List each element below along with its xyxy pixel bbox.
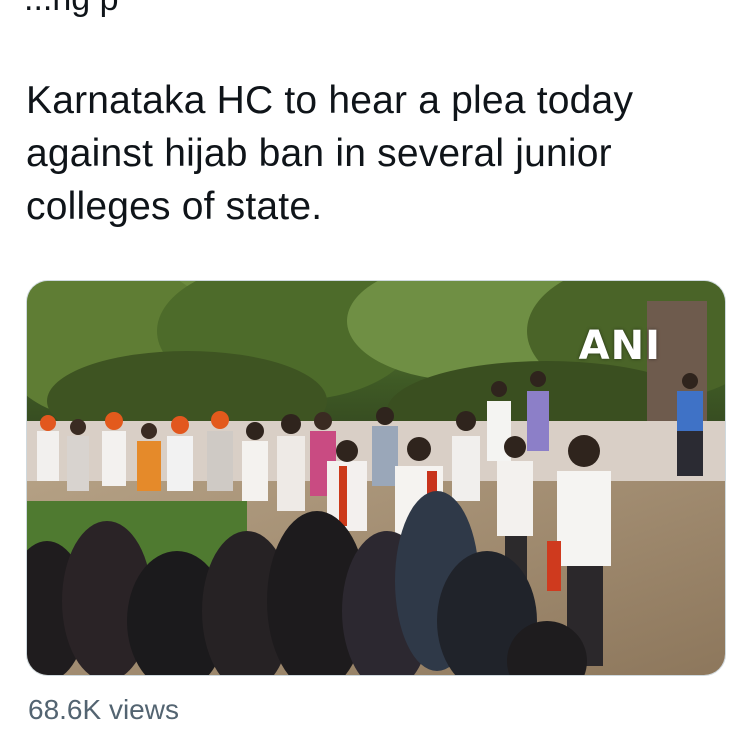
- tweet-media-image[interactable]: ANI: [26, 280, 726, 676]
- view-count: 68.6K views: [28, 694, 179, 725]
- ani-watermark: ANI: [578, 323, 661, 369]
- previous-tweet-text-fragment: ...ng p: [24, 0, 724, 16]
- tweet-text: Karnataka HC to hear a plea today agains…: [26, 79, 634, 228]
